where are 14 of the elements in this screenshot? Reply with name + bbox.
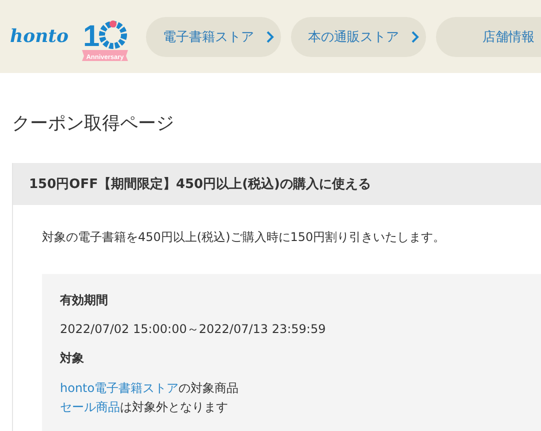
detail-text: の対象商品: [178, 381, 239, 395]
detail-heading: 有効期間: [60, 292, 109, 309]
nav-button[interactable]: 本の通販ストア: [291, 16, 426, 56]
detail-heading: 対象: [60, 350, 85, 367]
logo[interactable]: honto: [10, 26, 74, 47]
coupon-description: 対象の電子書籍を450円以上(税込)ご購入時に150円割り引きいたします。: [42, 229, 446, 246]
link[interactable]: セール商品: [60, 400, 120, 414]
nav-button[interactable]: 店舗情報: [436, 16, 541, 56]
detail-text: は対象外となります: [120, 400, 228, 414]
coupon-title: 150円OFF【期間限定】450円以上(税込)の購入に使える: [29, 176, 371, 193]
link[interactable]: honto電子書籍ストア: [60, 381, 179, 395]
nav-button[interactable]: 電子書籍ストア: [146, 16, 281, 56]
page-title: クーポン取得ページ: [12, 112, 175, 135]
validity-period: 2022/07/02 15:00:00～2022/07/13 23:59:59: [60, 321, 327, 338]
